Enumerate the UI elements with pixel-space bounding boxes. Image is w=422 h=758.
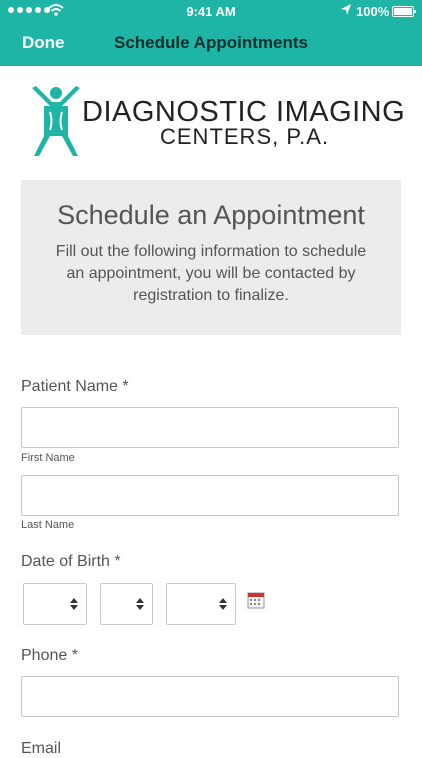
dob-day-select[interactable] bbox=[100, 583, 153, 625]
phone-label-text: Phone bbox=[21, 647, 68, 664]
dob-year-select[interactable] bbox=[166, 583, 236, 625]
first-name-input[interactable] bbox=[21, 407, 399, 448]
dob-month-select[interactable] bbox=[23, 583, 87, 625]
required-mark: * bbox=[114, 553, 121, 570]
required-mark: * bbox=[122, 378, 129, 395]
phone-input[interactable] bbox=[21, 676, 399, 717]
battery-percent: 100% bbox=[356, 4, 390, 19]
diagnostic-imaging-logo: DIAGNOSTIC IMAGING CENTERS, P.A. bbox=[30, 84, 405, 158]
select-arrows-icon bbox=[136, 598, 144, 610]
required-mark: * bbox=[71, 647, 78, 664]
patient-name-label: Patient Name * bbox=[21, 378, 129, 396]
dob-label-text: Date of Birth bbox=[21, 553, 110, 570]
email-label: Email bbox=[21, 740, 62, 757]
last-name-input[interactable] bbox=[21, 475, 399, 516]
status-bar: 9:41 AM 100% bbox=[0, 0, 422, 22]
nav-title: Schedule Appointments bbox=[114, 33, 308, 52]
page-title: Schedule an Appointment bbox=[57, 200, 365, 230]
nav-bar: Done Schedule Appointments bbox=[0, 22, 422, 66]
patient-name-label-text: Patient Name bbox=[21, 378, 118, 395]
select-arrows-icon bbox=[219, 598, 227, 610]
battery-icon bbox=[392, 6, 416, 17]
first-name-label: First Name bbox=[21, 452, 75, 464]
last-name-label: Last Name bbox=[21, 519, 75, 531]
select-arrows-icon bbox=[70, 598, 78, 610]
dob-label: Date of Birth * bbox=[21, 553, 121, 571]
location-icon bbox=[341, 4, 351, 15]
calendar-icon[interactable] bbox=[247, 591, 265, 609]
logo-figure-icon bbox=[32, 86, 80, 156]
logo-line-2: CENTERS, P.A. bbox=[160, 124, 330, 149]
page-description: Fill out the following information to sc… bbox=[55, 243, 367, 304]
done-button[interactable]: Done bbox=[22, 33, 65, 53]
phone-label: Phone * bbox=[21, 647, 78, 665]
header-card: Schedule an Appointment Fill out the fol… bbox=[21, 180, 401, 335]
